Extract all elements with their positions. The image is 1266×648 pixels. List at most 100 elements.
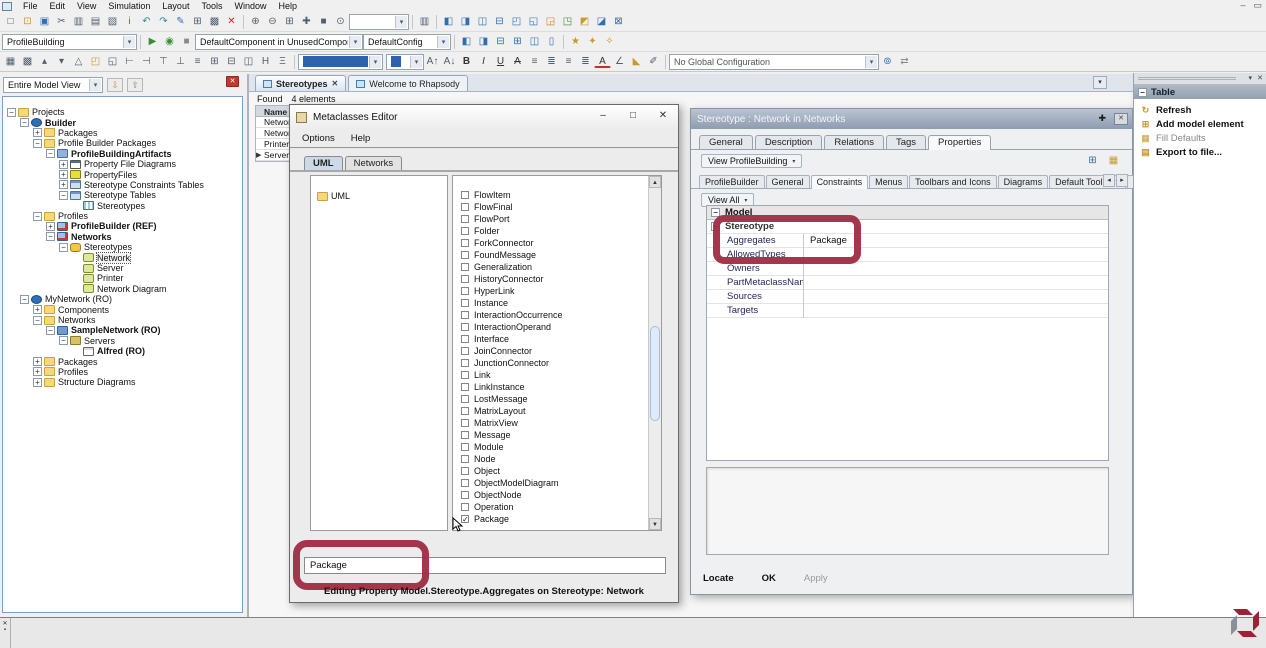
cut-icon[interactable]: ✂: [53, 14, 70, 29]
zoom-fit-icon[interactable]: ■: [315, 14, 332, 29]
metaclass-item[interactable]: Module: [453, 441, 661, 453]
menu-item[interactable]: Window: [228, 1, 272, 11]
expand-toggle-icon[interactable]: [33, 139, 42, 148]
tree-item[interactable]: Network Diagram: [3, 284, 242, 294]
tree-item[interactable]: MyNetwork (RO): [3, 294, 242, 304]
subject-tab[interactable]: Diagrams: [998, 175, 1049, 188]
metaclass-checkbox[interactable]: [461, 203, 469, 211]
table-menu-item[interactable]: ↻ Refresh: [1134, 103, 1266, 117]
font-color-icon[interactable]: A: [594, 55, 611, 68]
property-row[interactable]: Owners: [707, 262, 1108, 276]
tree-item[interactable]: Structure Diagrams: [3, 377, 242, 387]
description-panel[interactable]: [706, 467, 1109, 555]
scroll-right-icon[interactable]: ▸: [1116, 174, 1128, 187]
expand-toggle-icon[interactable]: [711, 208, 720, 217]
reroute-icon[interactable]: ◰: [87, 54, 104, 69]
tree-item[interactable]: Packages: [3, 128, 242, 138]
metaclass-checkbox[interactable]: [461, 443, 469, 451]
tree-item[interactable]: Network: [3, 252, 242, 262]
save-icon[interactable]: ▣: [36, 14, 53, 29]
metamodel-tree-pane[interactable]: UML: [310, 175, 448, 531]
menu-item[interactable]: Tools: [195, 1, 228, 11]
expand-toggle-icon[interactable]: [59, 243, 68, 252]
pin-icon[interactable]: ✚: [1098, 113, 1106, 124]
split-window-icon[interactable]: ◫: [526, 34, 543, 49]
scroll-left-icon[interactable]: ◂: [1103, 174, 1115, 187]
bold-icon[interactable]: B: [458, 54, 475, 69]
metaclass-item[interactable]: JoinConnector: [453, 345, 661, 357]
component-diagram-icon[interactable]: ◲: [542, 14, 559, 29]
menu-item[interactable]: Help: [343, 133, 379, 144]
metamodel-tab[interactable]: Networks: [345, 156, 403, 170]
expand-toggle-icon[interactable]: [46, 326, 55, 335]
tree-item[interactable]: Networks: [3, 315, 242, 325]
send-to-back-icon[interactable]: ▾: [53, 54, 70, 69]
redo-icon[interactable]: ↷: [155, 14, 172, 29]
property-row[interactable]: Targets: [707, 304, 1108, 318]
menu-item[interactable]: Layout: [156, 1, 195, 11]
metaclass-checkbox[interactable]: [461, 395, 469, 403]
tile-vertical-icon[interactable]: ◨: [475, 34, 492, 49]
expand-toggle-icon[interactable]: [33, 367, 42, 376]
edit-icon[interactable]: ✎: [172, 14, 189, 29]
distribute-icon[interactable]: ≡: [189, 54, 206, 69]
generate-make-run-icon[interactable]: ▶: [144, 34, 161, 49]
italic-icon[interactable]: I: [475, 54, 492, 69]
expand-toggle-icon[interactable]: [46, 222, 55, 231]
scrollbar-thumb[interactable]: [650, 326, 660, 421]
delete-icon[interactable]: ✕: [223, 14, 240, 29]
align-text-center-icon[interactable]: ≣: [543, 54, 560, 69]
metaclass-checkbox[interactable]: [461, 455, 469, 463]
object-model-diagram-icon[interactable]: ◧: [440, 14, 457, 29]
zoom-rect-icon[interactable]: ⊞: [281, 14, 298, 29]
panel-close-icon[interactable]: ✕: [1257, 74, 1263, 82]
snap-to-grid-icon[interactable]: ▩: [19, 54, 36, 69]
chevron-down-icon[interactable]: ▾: [410, 56, 422, 68]
tree-item[interactable]: Servers: [3, 336, 242, 346]
chevron-down-icon[interactable]: ▾: [123, 36, 135, 48]
strikethrough-icon[interactable]: A: [509, 54, 526, 69]
panel-diagram-icon[interactable]: ⊠: [610, 14, 627, 29]
metaclass-checkbox[interactable]: [461, 275, 469, 283]
feature-tab[interactable]: Tags: [886, 135, 926, 149]
deployment-diagram-icon[interactable]: ◳: [559, 14, 576, 29]
tree-item[interactable]: Stereotypes: [3, 242, 242, 252]
open-icon[interactable]: ⊡: [19, 14, 36, 29]
expand-toggle-icon[interactable]: [59, 160, 68, 169]
minimize-button[interactable]: –: [588, 105, 618, 127]
use-case-diagram-icon[interactable]: ◫: [474, 14, 491, 29]
expand-toggle-icon[interactable]: [33, 212, 42, 221]
metaclass-checkbox[interactable]: [461, 311, 469, 319]
metaclass-item[interactable]: Node: [453, 453, 661, 465]
metaclass-checkbox[interactable]: [461, 227, 469, 235]
cascade-icon[interactable]: ⊟: [492, 34, 509, 49]
align-left-icon[interactable]: ⊢: [121, 54, 138, 69]
feature-tab[interactable]: Properties: [928, 135, 991, 150]
expand-toggle-icon[interactable]: [46, 149, 55, 158]
dialog-title-bar[interactable]: Metaclasses Editor – □ ✕: [290, 105, 678, 129]
metaclass-item[interactable]: Message: [453, 429, 661, 441]
subject-tab[interactable]: Toolbars and Icons: [909, 175, 997, 188]
expand-toggle-icon[interactable]: [59, 336, 68, 345]
tree-item[interactable]: Stereotypes: [3, 201, 242, 211]
metaclass-checkbox[interactable]: [461, 335, 469, 343]
arrange-icons-icon[interactable]: ⊞: [509, 34, 526, 49]
collaboration-diagram-icon[interactable]: ◱: [525, 14, 542, 29]
metaclass-item[interactable]: ObjectModelDiagram: [453, 477, 661, 489]
select-arrow-icon[interactable]: △: [70, 54, 87, 69]
chevron-down-icon[interactable]: ▾: [865, 56, 877, 68]
metaclass-checkbox[interactable]: [461, 383, 469, 391]
decrease-font-icon[interactable]: A↓: [441, 54, 458, 69]
metaclass-item[interactable]: LostMessage: [453, 393, 661, 405]
image-icon[interactable]: ▩: [206, 14, 223, 29]
expand-toggle-icon[interactable]: [20, 295, 29, 304]
subject-tab[interactable]: Constraints: [811, 175, 869, 189]
property-row[interactable]: Aggregates Package: [707, 234, 1108, 248]
metaclass-item[interactable]: Instance: [453, 297, 661, 309]
property-row[interactable]: PartMetaclassName: [707, 276, 1108, 290]
align-top-icon[interactable]: ⊤: [155, 54, 172, 69]
tree-item[interactable]: PropertyFiles: [3, 169, 242, 179]
metaclass-checkbox[interactable]: [461, 467, 469, 475]
new-window-icon[interactable]: ⊞: [189, 14, 206, 29]
space-across-icon[interactable]: H: [257, 54, 274, 69]
